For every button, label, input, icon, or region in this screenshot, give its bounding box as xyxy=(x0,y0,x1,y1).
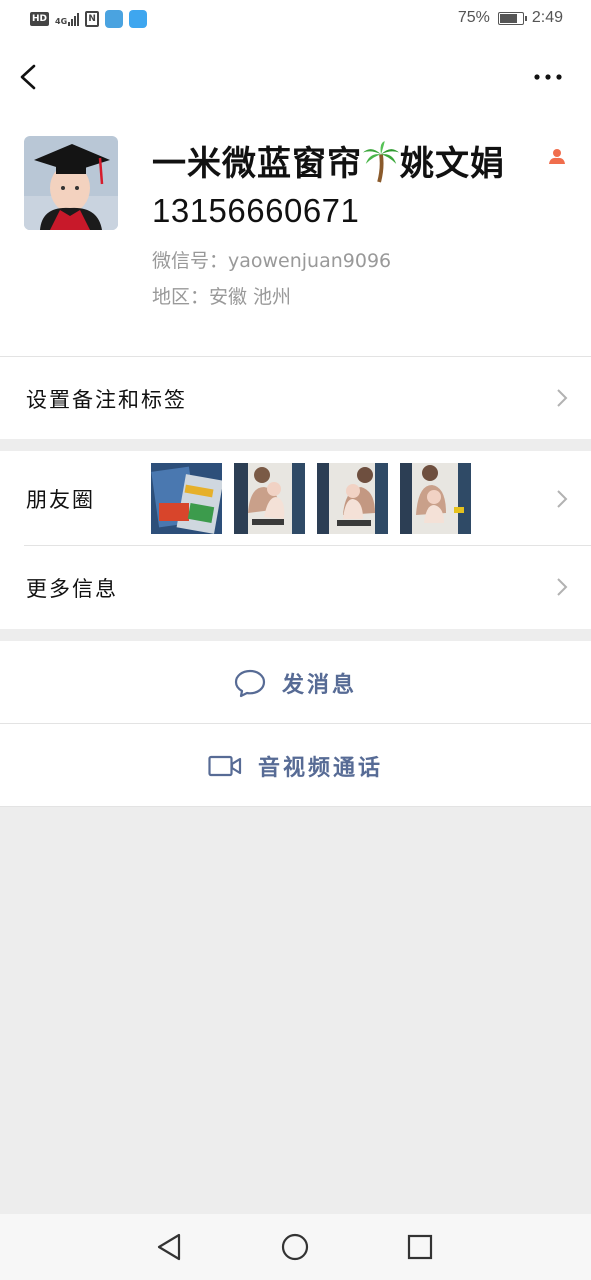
contact-name-part1: 一米微蓝窗帘 xyxy=(152,144,362,184)
video-camera-icon xyxy=(208,755,242,776)
wechat-id: 微信号：yaowenjuan9096 xyxy=(152,250,392,272)
remark-tags-row[interactable]: 设置备注和标签 xyxy=(0,356,591,439)
chevron-right-icon xyxy=(557,578,568,596)
nfc-icon: N xyxy=(85,11,100,27)
more-info-row[interactable]: 更多信息 xyxy=(0,546,591,629)
chat-bubble-icon xyxy=(234,669,266,697)
signal-icon xyxy=(68,12,80,26)
video-call-button[interactable]: 音视频通话 xyxy=(0,724,591,807)
phone-number[interactable]: 13156660671 xyxy=(152,192,359,230)
palm-tree-icon xyxy=(362,141,400,183)
more-dots-icon[interactable] xyxy=(533,68,563,86)
nav-home-icon[interactable] xyxy=(281,1233,309,1261)
moments-row[interactable]: 朋友圈 xyxy=(0,451,591,546)
chevron-right-icon xyxy=(557,490,568,508)
person-icon xyxy=(549,149,565,164)
contact-name-part2: 姚文娟 xyxy=(400,144,505,184)
video-call-label: 音视频通话 xyxy=(257,755,383,781)
chevron-left-icon[interactable] xyxy=(16,60,44,94)
profile-card: 一米微蓝窗帘 姚文娟 13156660671 微信号：yaowenjuan909… xyxy=(0,112,591,356)
nav-back-icon[interactable] xyxy=(155,1232,183,1262)
contact-name: 一米微蓝窗帘 姚文娟 xyxy=(152,136,505,185)
remark-tags-label: 设置备注和标签 xyxy=(26,388,187,412)
status-bar: HD 4G N 75% 2:49 xyxy=(0,0,591,42)
battery-percent: 75% xyxy=(457,9,490,26)
system-nav-bar xyxy=(0,1214,591,1280)
moments-photo-4 xyxy=(400,463,471,534)
moments-photo-2 xyxy=(234,463,305,534)
nav-recents-icon[interactable] xyxy=(407,1234,433,1260)
hd-icon: HD xyxy=(30,12,50,26)
top-bar xyxy=(0,42,591,112)
moments-photo-3 xyxy=(317,463,388,534)
moments-photo-1 xyxy=(151,463,222,534)
send-message-button[interactable]: 发消息 xyxy=(0,641,591,724)
clock: 2:49 xyxy=(531,9,563,26)
battery-icon xyxy=(497,11,527,25)
more-info-label: 更多信息 xyxy=(26,577,118,601)
app-notification-icon xyxy=(105,10,124,28)
message-notification-icon xyxy=(129,10,148,28)
region: 地区：安徽 池州 xyxy=(152,286,292,308)
moments-label: 朋友圈 xyxy=(26,488,95,512)
status-icons-left: HD 4G N xyxy=(30,10,148,28)
send-message-label: 发消息 xyxy=(281,672,357,698)
chevron-right-icon xyxy=(557,389,568,407)
avatar[interactable] xyxy=(24,136,118,230)
network-type: 4G xyxy=(55,17,68,26)
status-icons-right: 75% 2:49 xyxy=(458,9,563,27)
